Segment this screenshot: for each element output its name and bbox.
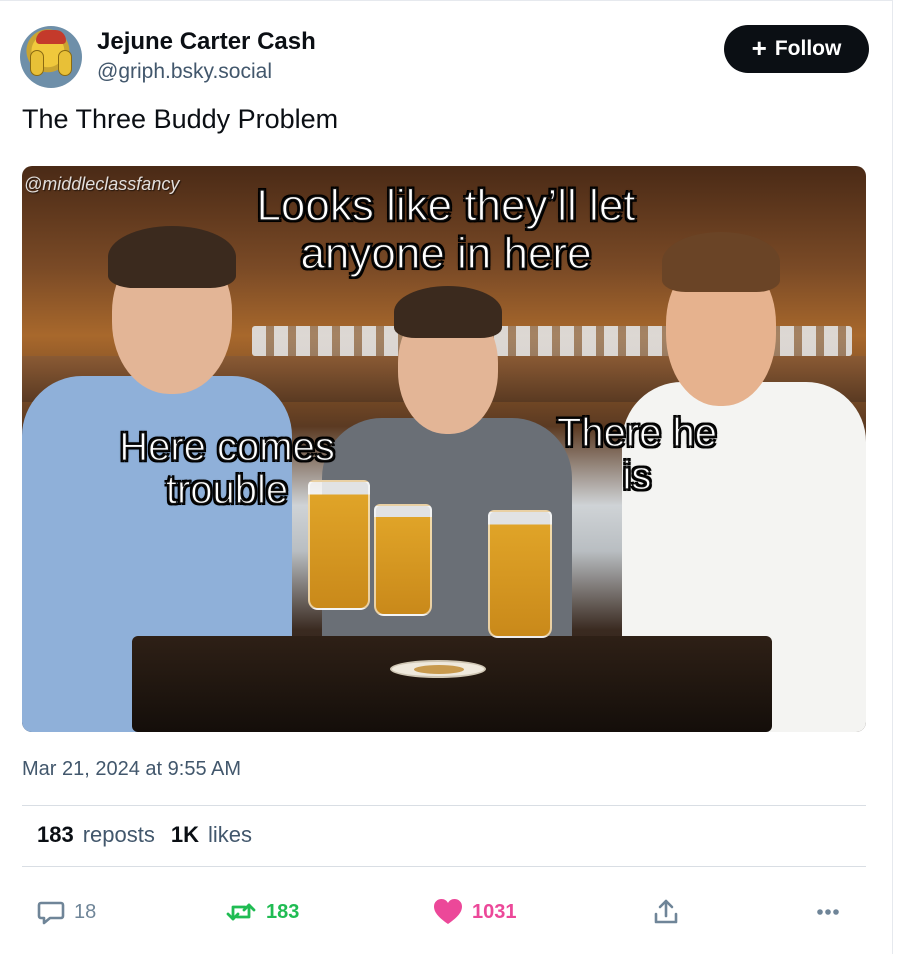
share-icon bbox=[652, 897, 680, 927]
avatar-hair bbox=[36, 30, 66, 44]
reply-icon bbox=[36, 897, 66, 927]
like-button[interactable]: 1031 bbox=[432, 896, 517, 928]
more-icon bbox=[814, 897, 842, 927]
meme-caption-left: Here comes trouble bbox=[119, 425, 336, 513]
snack-plate bbox=[390, 660, 486, 678]
likes-label[interactable]: likes bbox=[208, 822, 252, 848]
bar-table bbox=[132, 636, 772, 732]
like-count: 1031 bbox=[472, 900, 517, 923]
post-thread-view: Jejune Carter Cash @griph.bsky.social + … bbox=[0, 0, 910, 954]
man-right-hair bbox=[662, 232, 780, 292]
man-left-hair bbox=[108, 226, 236, 288]
engagement-stats: 183 reposts 1K likes bbox=[37, 822, 252, 848]
man-center-hair bbox=[394, 286, 502, 338]
meme-caption-top: Looks like they’ll let anyone in here bbox=[256, 181, 636, 278]
avatar-hand-left bbox=[30, 50, 44, 76]
avatar[interactable] bbox=[20, 26, 82, 88]
avatar-hand-right bbox=[58, 50, 72, 76]
divider bbox=[22, 866, 866, 867]
follow-button-label: Follow bbox=[774, 37, 842, 60]
image-watermark: @middleclassfancy bbox=[24, 174, 180, 194]
post-image[interactable]: @middleclassfancy Looks like they’ll let… bbox=[22, 166, 866, 732]
divider bbox=[22, 805, 866, 806]
beer-mug bbox=[374, 504, 432, 616]
reposts-count[interactable]: 183 bbox=[37, 822, 74, 848]
repost-count: 183 bbox=[266, 900, 300, 923]
more-options-button[interactable] bbox=[814, 896, 842, 928]
author-name[interactable]: Jejune Carter Cash bbox=[97, 28, 316, 56]
beer-mug bbox=[488, 510, 552, 638]
author-handle[interactable]: @griph.bsky.social bbox=[97, 60, 272, 84]
repost-button[interactable]: 183 bbox=[224, 896, 299, 928]
likes-count[interactable]: 1K bbox=[171, 822, 199, 848]
meme-caption-right: There he is bbox=[556, 411, 718, 499]
follow-button[interactable]: + Follow bbox=[724, 25, 869, 73]
plus-icon: + bbox=[751, 33, 767, 63]
post-timestamp[interactable]: Mar 21, 2024 at 9:55 AM bbox=[22, 758, 241, 781]
post-text: The Three Buddy Problem bbox=[22, 104, 339, 134]
share-button[interactable] bbox=[652, 896, 680, 928]
reply-count: 18 bbox=[74, 900, 97, 923]
reposts-label[interactable]: reposts bbox=[83, 822, 155, 848]
heart-icon bbox=[432, 897, 464, 927]
reply-button[interactable]: 18 bbox=[36, 896, 96, 928]
right-border bbox=[892, 0, 893, 954]
repost-icon bbox=[224, 897, 258, 927]
top-border bbox=[0, 0, 892, 1]
